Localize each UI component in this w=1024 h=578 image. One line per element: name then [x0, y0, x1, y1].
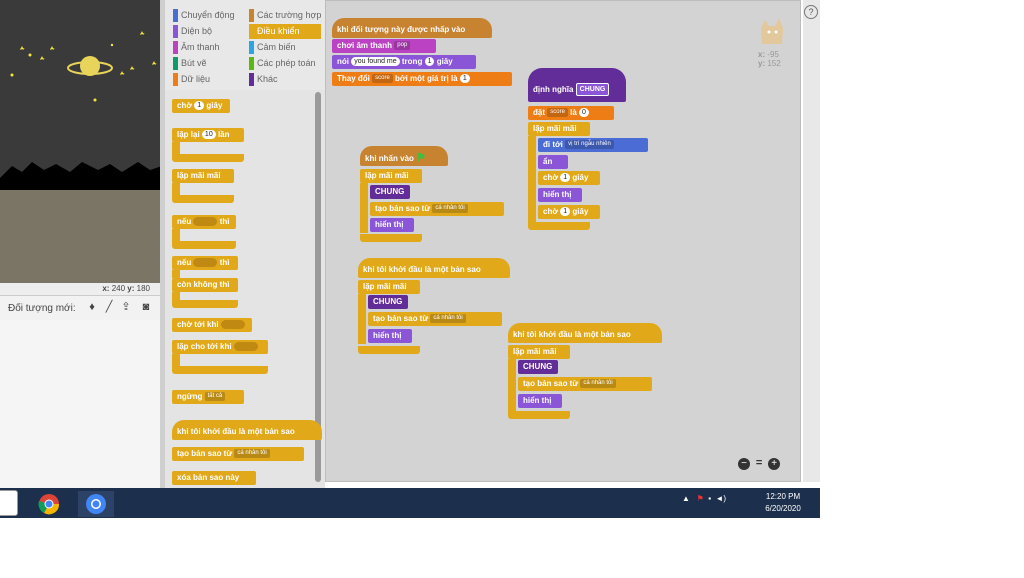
s3-create-clone-block[interactable]: tạo bản sao từ cá nhân tôi: [368, 312, 502, 326]
s3-forever-cap: [358, 346, 420, 354]
palette-forever-cap: [172, 195, 234, 203]
def-wait1-block[interactable]: chờ 1 giây: [538, 171, 600, 185]
palette-if-block[interactable]: nếu thì: [172, 215, 236, 229]
s4-show-block[interactable]: hiển thị: [518, 394, 562, 408]
category-motion[interactable]: Chuyển động: [173, 8, 235, 23]
zoom-reset-icon[interactable]: =: [753, 457, 765, 469]
palette-stop-block[interactable]: ngừng tất cả: [172, 390, 244, 404]
s2-chung-call-block[interactable]: CHUNG: [370, 185, 410, 199]
palette-repeat-until-block[interactable]: lặp cho tới khi: [172, 340, 268, 354]
s4-forever-shell: [508, 359, 516, 411]
palette-forever-block[interactable]: lặp mãi mãi: [172, 169, 234, 183]
s3-chung-call-block[interactable]: CHUNG: [368, 295, 408, 309]
s1-when-sprite-clicked-hat[interactable]: khi đối tượng này được nhấp vào: [332, 18, 492, 38]
mouse-coords: x: 240 y: 180: [102, 284, 150, 293]
tray-flag-icon[interactable]: ⚑: [697, 494, 704, 503]
upload-icon[interactable]: ⇪: [120, 301, 132, 313]
new-sprite-label: Đối tượng mới:: [8, 303, 76, 314]
s3-clone-start-hat[interactable]: khi tôi khởi đầu là một bản sao: [358, 258, 510, 278]
s3-forever-block[interactable]: lặp mãi mãi: [358, 280, 420, 294]
system-tray: ▲ ⚑ ▪ ◄): [682, 494, 726, 503]
s3-forever-shell: [358, 294, 366, 344]
palette-if-else-shell2: [172, 292, 180, 300]
browser-taskbar-icon[interactable]: [78, 491, 114, 517]
network-icon[interactable]: ▪: [708, 494, 711, 503]
green-flag-icon: ⚑: [416, 152, 427, 164]
volume-icon[interactable]: ◄): [716, 494, 727, 503]
s1-play-sound-block[interactable]: chơi âm thanh pop: [332, 39, 436, 53]
category-sound[interactable]: Âm thanh: [173, 40, 220, 55]
category-menu: Chuyển động Các trường hợp Diện bộ Điều …: [165, 0, 325, 91]
def-set-variable-block[interactable]: đặt score là 0: [528, 106, 614, 120]
palette-else-label: còn không thì: [172, 278, 238, 292]
tray-chevron-icon[interactable]: ▲: [682, 494, 690, 503]
palette-clone-start-hat[interactable]: khi tôi khởi đầu là một bản sao: [172, 420, 322, 440]
new-sprite-bar: Đối tượng mới: ♦ ╱ ⇪ ◙: [0, 295, 162, 321]
def-goto-block[interactable]: đi tới vị trí ngẫu nhiên: [538, 138, 648, 152]
camera-icon[interactable]: ◙: [140, 301, 152, 313]
palette-repeat-block[interactable]: lặp lại 10 lần: [172, 128, 244, 142]
category-control[interactable]: Điều khiển: [249, 24, 321, 39]
category-operators[interactable]: Các phép toán: [249, 56, 316, 71]
s4-forever-block[interactable]: lặp mãi mãi: [508, 345, 570, 359]
chrome-taskbar-icon[interactable]: [31, 491, 67, 517]
palette-wait-until-block[interactable]: chờ tới khi: [172, 318, 252, 332]
category-events[interactable]: Các trường hợp: [249, 8, 321, 23]
help-icon[interactable]: ?: [804, 5, 818, 19]
scratch-taskbar-icon[interactable]: [0, 490, 18, 516]
zoom-in-icon[interactable]: +: [768, 458, 781, 470]
palette-if-else-block[interactable]: nếu thì: [172, 256, 238, 270]
stage-ground: [0, 190, 162, 283]
sprite-list: [0, 320, 162, 488]
category-more[interactable]: Khác: [249, 72, 278, 87]
palette-repeat-until-cap: [172, 366, 268, 374]
def-forever-shell: [528, 136, 536, 224]
def-wait2-block[interactable]: chờ 1 giây: [538, 205, 600, 219]
sprite-position-readout: x: -95 y: 152: [758, 50, 781, 68]
s1-change-variable-block[interactable]: Thay đổi score bởi một giá trị là 1: [332, 72, 512, 86]
s2-forever-shell: [360, 183, 368, 233]
zoom-out-icon[interactable]: −: [738, 458, 750, 470]
s1-say-for-secs-block[interactable]: nói you found me trong 1 giây: [332, 55, 476, 69]
zoom-controls: − = +: [738, 457, 781, 470]
s2-create-clone-block[interactable]: tạo bản sao từ cá nhân tôi: [370, 202, 504, 216]
def-forever-block[interactable]: lặp mãi mãi: [528, 122, 590, 136]
s3-show-block[interactable]: hiển thị: [368, 329, 412, 343]
stage-canvas[interactable]: [0, 0, 162, 283]
paint-brush-icon[interactable]: ╱: [103, 301, 115, 313]
sprite-library-icon[interactable]: ♦: [86, 301, 98, 313]
palette-if-cap: [172, 241, 236, 249]
stage-info-bar: x: 240 y: 180: [0, 283, 162, 295]
s2-when-flag-clicked-hat[interactable]: khi nhấn vào ⚑: [360, 146, 448, 166]
palette-wait-block[interactable]: chờ 1 giây: [172, 99, 230, 113]
category-data[interactable]: Dữ liệu: [173, 72, 210, 87]
def-hide-block[interactable]: ẩn: [538, 155, 568, 169]
category-looks[interactable]: Diện bộ: [173, 24, 212, 39]
palette-if-else-shell1: [172, 270, 180, 278]
s4-clone-start-hat[interactable]: khi tôi khởi đầu là một bản sao: [508, 323, 662, 343]
s2-forever-cap: [360, 234, 422, 242]
def-forever-cap: [528, 222, 590, 230]
sprite-thumbnail-cat-icon: [761, 18, 783, 44]
s4-create-clone-block[interactable]: tạo bản sao từ cá nhân tôi: [518, 377, 652, 391]
right-panel-edge: [803, 0, 820, 482]
s4-chung-call-block[interactable]: CHUNG: [518, 360, 558, 374]
category-sensing[interactable]: Cảm biến: [249, 40, 296, 55]
windows-taskbar: [0, 488, 820, 518]
category-pen[interactable]: Bút vẽ: [173, 56, 207, 71]
palette-if-else-cap: [172, 300, 238, 308]
taskbar-clock[interactable]: 12:20 PM 6/20/2020: [758, 491, 808, 515]
palette-repeat-cap: [172, 154, 244, 162]
def-show-block[interactable]: hiển thị: [538, 188, 582, 202]
s2-show-block[interactable]: hiển thị: [370, 218, 414, 232]
s2-forever-block[interactable]: lặp mãi mãi: [360, 169, 422, 183]
def-chung-hat[interactable]: định nghĩa CHUNG: [528, 68, 626, 102]
palette-delete-clone-block[interactable]: xóa bản sao này: [172, 471, 256, 485]
s4-forever-cap: [508, 411, 570, 419]
palette-create-clone-block[interactable]: tạo bản sao từ cá nhân tôi: [172, 447, 304, 461]
